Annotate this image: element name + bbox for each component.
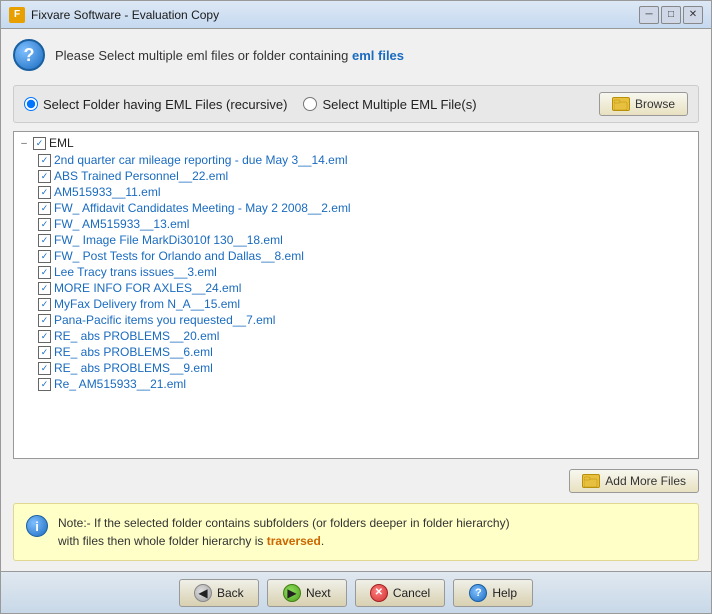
file-name: RE_ abs PROBLEMS__9.eml bbox=[54, 361, 213, 375]
list-item[interactable]: FW_ Image File MarkDi3010f 130__18.eml bbox=[14, 232, 698, 248]
file-name: Re_ AM515933__21.eml bbox=[54, 377, 186, 391]
list-item[interactable]: RE_ abs PROBLEMS__20.eml bbox=[14, 328, 698, 344]
minimize-button[interactable]: ─ bbox=[639, 6, 659, 24]
help-icon: ? bbox=[469, 584, 487, 602]
browse-label: Browse bbox=[635, 97, 675, 111]
header-row: ? Please Select multiple eml files or fo… bbox=[13, 39, 699, 77]
file-name: 2nd quarter car mileage reporting - due … bbox=[54, 153, 348, 167]
file-name: RE_ abs PROBLEMS__20.eml bbox=[54, 329, 219, 343]
file-name: FW_ Post Tests for Orlando and Dallas__8… bbox=[54, 249, 304, 263]
question-icon: ? bbox=[13, 39, 45, 71]
note-info-icon: i bbox=[26, 515, 48, 537]
back-label: Back bbox=[217, 586, 244, 600]
app-icon: F bbox=[9, 7, 25, 23]
file-name: Lee Tracy trans issues__3.eml bbox=[54, 265, 217, 279]
file-name: MORE INFO FOR AXLES__24.eml bbox=[54, 281, 241, 295]
file-checkbox[interactable] bbox=[38, 170, 51, 183]
file-checkbox[interactable] bbox=[38, 266, 51, 279]
window-title: Fixvare Software - Evaluation Copy bbox=[31, 8, 639, 22]
folder-option-label: Select Folder having EML Files (recursiv… bbox=[43, 97, 287, 112]
folder-radio[interactable] bbox=[24, 97, 38, 111]
folder-option[interactable]: Select Folder having EML Files (recursiv… bbox=[24, 97, 287, 112]
file-checkbox[interactable] bbox=[38, 330, 51, 343]
main-window: F Fixvare Software - Evaluation Copy ─ □… bbox=[0, 0, 712, 614]
list-item[interactable]: MORE INFO FOR AXLES__24.eml bbox=[14, 280, 698, 296]
window-controls: ─ □ ✕ bbox=[639, 6, 703, 24]
file-name: MyFax Delivery from N_A__15.eml bbox=[54, 297, 240, 311]
files-option[interactable]: Select Multiple EML File(s) bbox=[303, 97, 476, 112]
list-item[interactable]: Pana-Pacific items you requested__7.eml bbox=[14, 312, 698, 328]
file-checkbox[interactable] bbox=[38, 298, 51, 311]
file-list-container: – EML 2nd quarter car mileage reporting … bbox=[13, 131, 699, 459]
add-more-label: Add More Files bbox=[605, 474, 686, 488]
note-panel: i Note:- If the selected folder contains… bbox=[13, 503, 699, 561]
list-item[interactable]: FW_ Post Tests for Orlando and Dallas__8… bbox=[14, 248, 698, 264]
window-content: ? Please Select multiple eml files or fo… bbox=[1, 29, 711, 571]
file-checkbox[interactable] bbox=[38, 314, 51, 327]
list-item[interactable]: RE_ abs PROBLEMS__6.eml bbox=[14, 344, 698, 360]
file-name: RE_ abs PROBLEMS__6.eml bbox=[54, 345, 213, 359]
root-checkbox[interactable] bbox=[33, 137, 46, 150]
file-list-scroll[interactable]: – EML 2nd quarter car mileage reporting … bbox=[14, 132, 698, 458]
help-button[interactable]: ? Help bbox=[453, 579, 533, 607]
add-folder-icon bbox=[582, 474, 600, 488]
next-label: Next bbox=[306, 586, 331, 600]
file-checkbox[interactable] bbox=[38, 378, 51, 391]
file-checkbox[interactable] bbox=[38, 250, 51, 263]
file-checkbox[interactable] bbox=[38, 218, 51, 231]
list-item[interactable]: ABS Trained Personnel__22.eml bbox=[14, 168, 698, 184]
back-button[interactable]: ◀ Back bbox=[179, 579, 259, 607]
file-checkbox[interactable] bbox=[38, 154, 51, 167]
list-item[interactable]: AM515933__11.eml bbox=[14, 184, 698, 200]
header-eml-highlight: eml files bbox=[352, 48, 404, 63]
add-more-button[interactable]: Add More Files bbox=[569, 469, 699, 493]
list-item[interactable]: MyFax Delivery from N_A__15.eml bbox=[14, 296, 698, 312]
list-item[interactable]: FW_ Affidavit Candidates Meeting - May 2… bbox=[14, 200, 698, 216]
header-text-part1: Please Select multiple eml files or fold… bbox=[55, 48, 352, 63]
note-line1: Note:- If the selected folder contains s… bbox=[58, 516, 510, 530]
maximize-button[interactable]: □ bbox=[661, 6, 681, 24]
file-name: ABS Trained Personnel__22.eml bbox=[54, 169, 228, 183]
cancel-label: Cancel bbox=[393, 586, 430, 600]
back-icon: ◀ bbox=[194, 584, 212, 602]
file-name: FW_ Image File MarkDi3010f 130__18.eml bbox=[54, 233, 283, 247]
list-item[interactable]: Re_ AM515933__21.eml bbox=[14, 376, 698, 392]
root-folder-label: EML bbox=[49, 136, 74, 150]
file-name: FW_ AM515933__13.eml bbox=[54, 217, 189, 231]
browse-button[interactable]: Browse bbox=[599, 92, 688, 116]
files-option-label: Select Multiple EML File(s) bbox=[322, 97, 476, 112]
file-checkbox[interactable] bbox=[38, 362, 51, 375]
next-button[interactable]: ▶ Next bbox=[267, 579, 347, 607]
bottom-controls: Add More Files bbox=[13, 467, 699, 495]
note-highlight: traversed bbox=[267, 534, 321, 548]
note-line2: with files then whole folder hierarchy i… bbox=[58, 534, 267, 548]
tree-root-item[interactable]: – EML bbox=[14, 134, 698, 152]
file-checkbox[interactable] bbox=[38, 202, 51, 215]
file-name: Pana-Pacific items you requested__7.eml bbox=[54, 313, 275, 327]
title-bar: F Fixvare Software - Evaluation Copy ─ □… bbox=[1, 1, 711, 29]
file-name: AM515933__11.eml bbox=[54, 185, 161, 199]
cancel-icon: ✕ bbox=[370, 584, 388, 602]
file-checkbox[interactable] bbox=[38, 234, 51, 247]
note-period: . bbox=[321, 534, 324, 548]
next-icon: ▶ bbox=[283, 584, 301, 602]
cancel-button[interactable]: ✕ Cancel bbox=[355, 579, 445, 607]
header-text: Please Select multiple eml files or fold… bbox=[55, 48, 404, 63]
note-text: Note:- If the selected folder contains s… bbox=[58, 514, 510, 550]
file-name: FW_ Affidavit Candidates Meeting - May 2… bbox=[54, 201, 351, 215]
list-item[interactable]: RE_ abs PROBLEMS__9.eml bbox=[14, 360, 698, 376]
tree-toggle-icon: – bbox=[18, 138, 30, 149]
file-checkbox[interactable] bbox=[38, 282, 51, 295]
file-checkbox[interactable] bbox=[38, 346, 51, 359]
list-item[interactable]: 2nd quarter car mileage reporting - due … bbox=[14, 152, 698, 168]
footer: ◀ Back ▶ Next ✕ Cancel ? Help bbox=[1, 571, 711, 613]
files-radio[interactable] bbox=[303, 97, 317, 111]
close-button[interactable]: ✕ bbox=[683, 6, 703, 24]
file-checkbox[interactable] bbox=[38, 186, 51, 199]
folder-icon bbox=[612, 97, 630, 111]
list-item[interactable]: FW_ AM515933__13.eml bbox=[14, 216, 698, 232]
list-item[interactable]: Lee Tracy trans issues__3.eml bbox=[14, 264, 698, 280]
help-label: Help bbox=[492, 586, 517, 600]
options-row: Select Folder having EML Files (recursiv… bbox=[13, 85, 699, 123]
